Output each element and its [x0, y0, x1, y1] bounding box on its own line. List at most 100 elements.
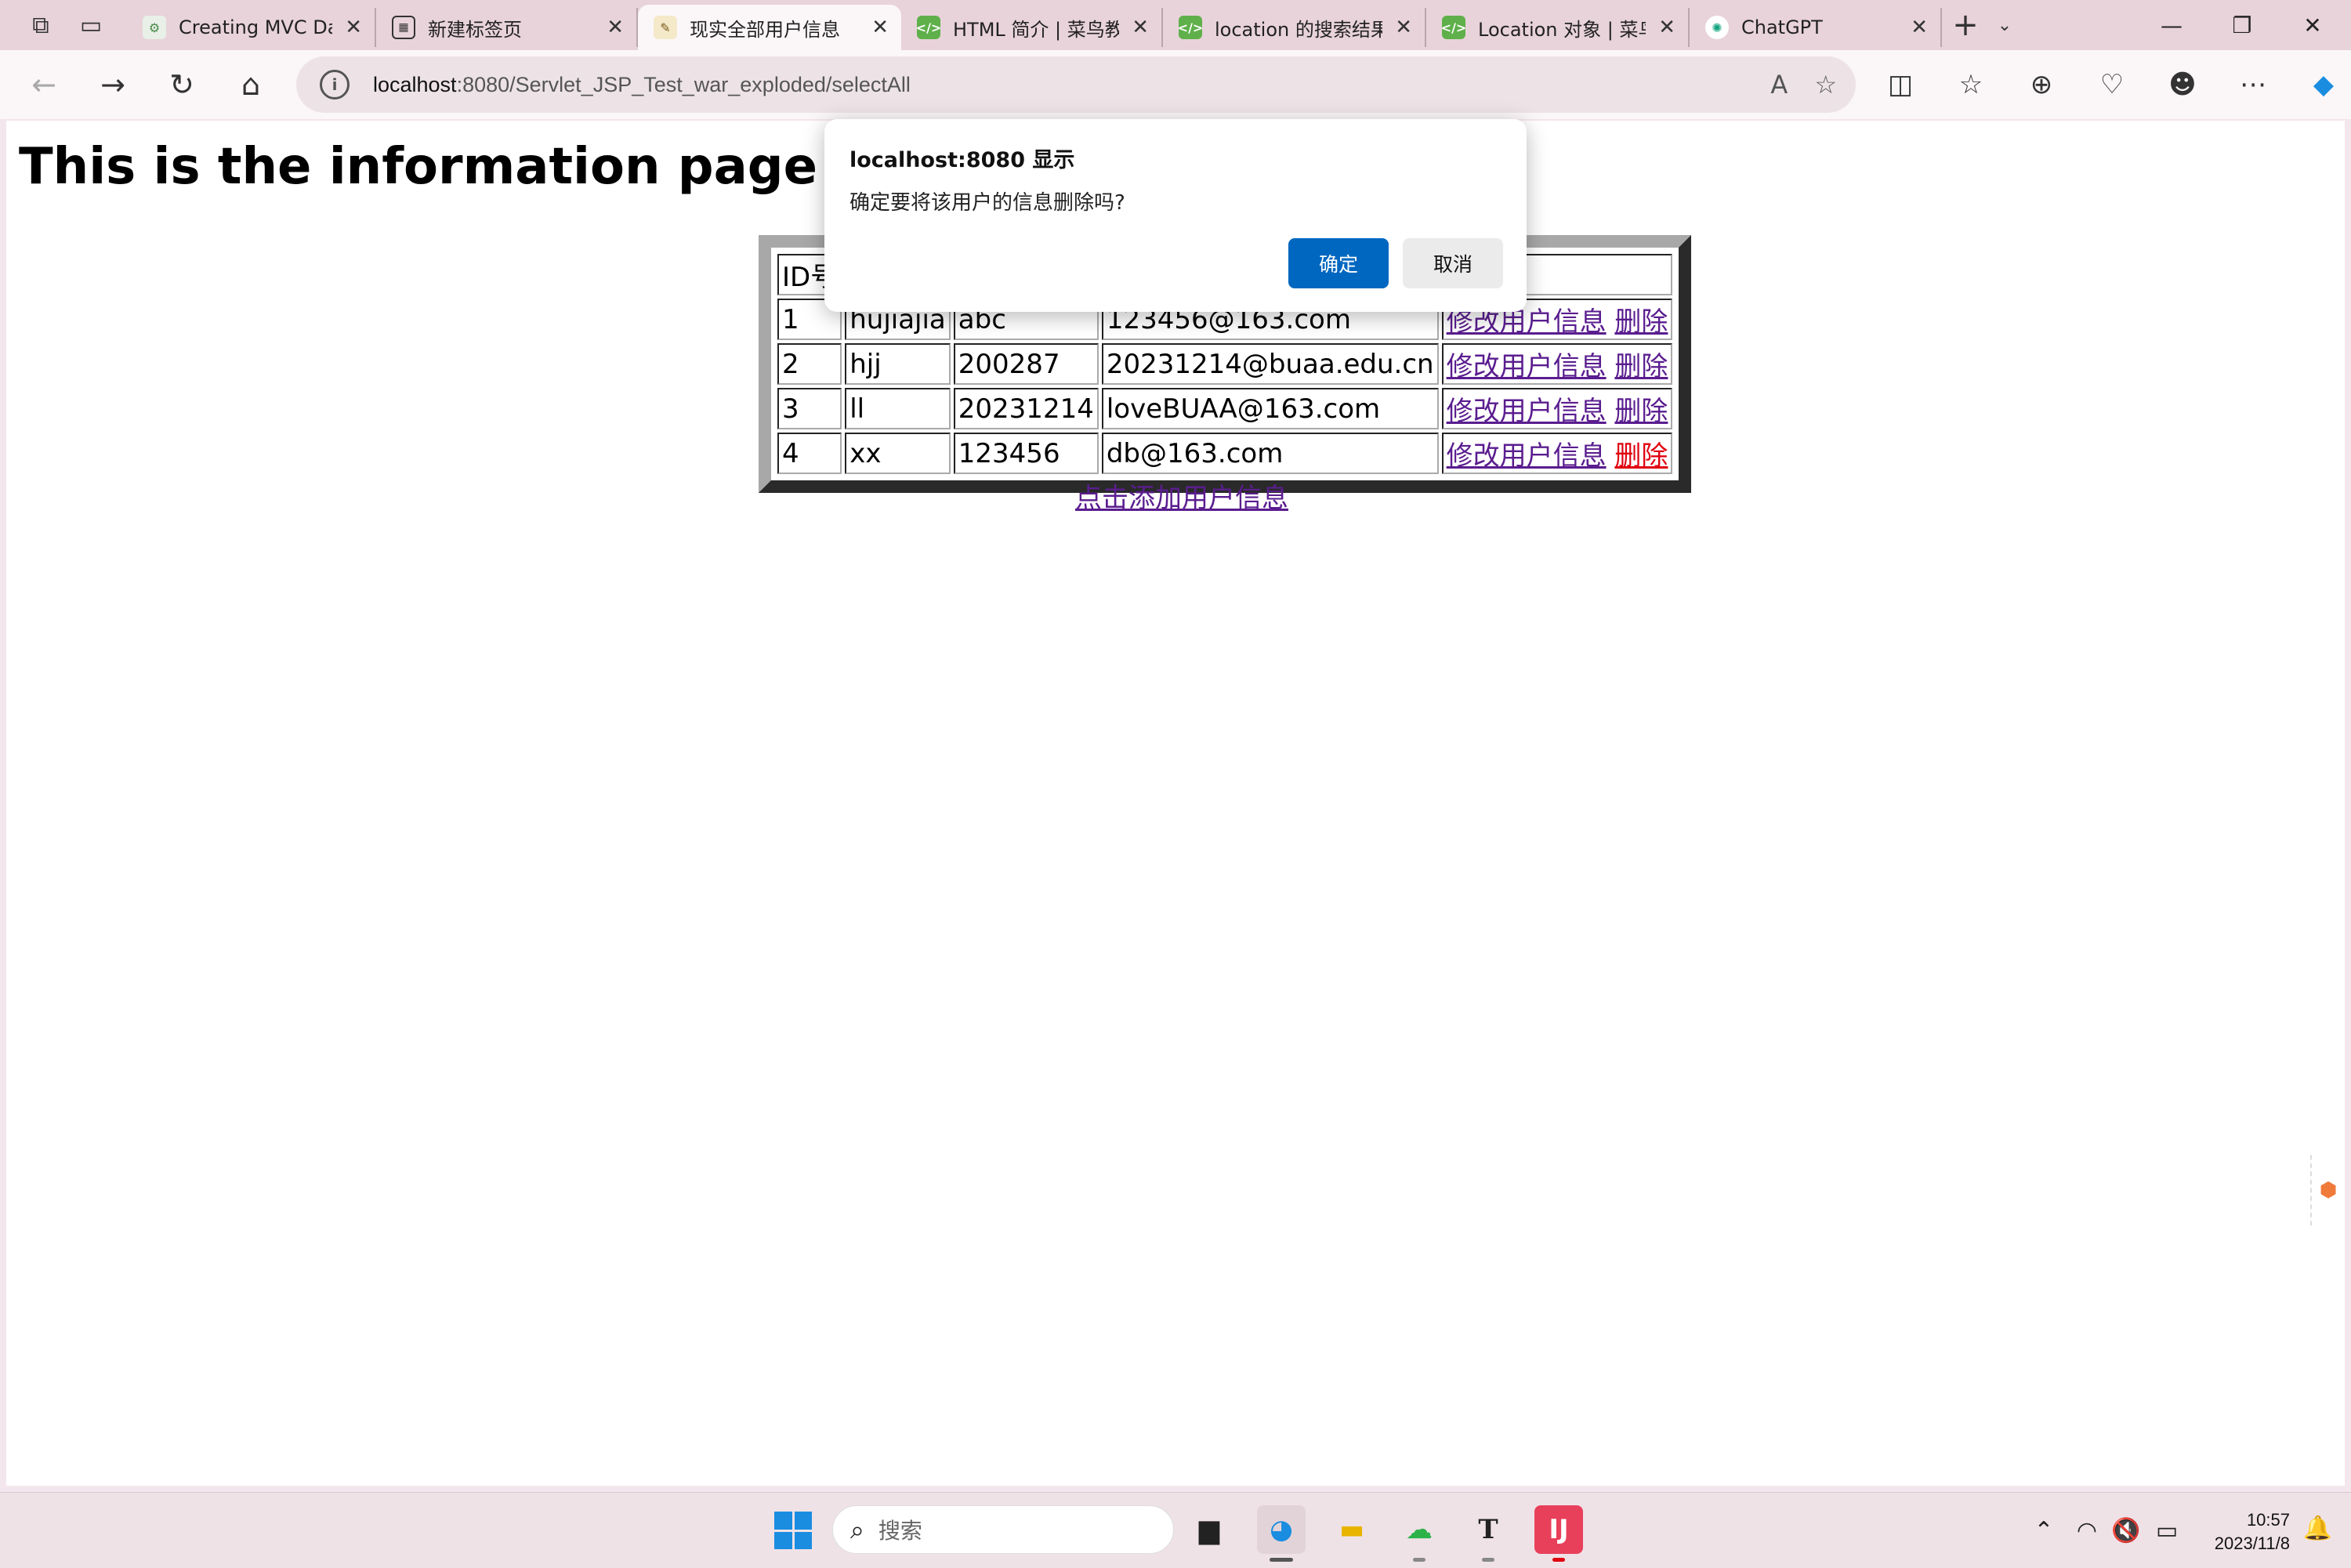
- gear-icon: ⚙: [143, 16, 166, 39]
- table-row: 4 xx 123456 db@163.com 修改用户信息 删除: [777, 433, 1673, 474]
- dialog-title: localhost:8080 显示: [849, 148, 1075, 172]
- table-row: 3 ll 20231214 loveBUAA@163.com 修改用户信息 删除: [777, 388, 1673, 429]
- table-row: 2 hjj 200287 20231214@buaa.edu.cn 修改用户信息…: [777, 343, 1673, 385]
- address-url[interactable]: localhost:8080/Servlet_JSP_Test_war_expl…: [373, 73, 911, 97]
- cell-id: 4: [777, 433, 842, 474]
- delete-user-link[interactable]: 删除: [1614, 306, 1668, 338]
- workspaces-icon[interactable]: ⧉: [16, 0, 66, 50]
- tab-label: 新建标签页: [428, 18, 522, 41]
- search-placeholder: 搜索: [878, 1518, 922, 1544]
- cell-name: xx: [845, 433, 951, 474]
- cell-email: 20231214@buaa.edu.cn: [1101, 343, 1439, 385]
- file-explorer-icon[interactable]: ▬: [1328, 1505, 1376, 1554]
- edit-user-link[interactable]: 修改用户信息: [1447, 440, 1607, 472]
- tab-creating-mvc[interactable]: ⚙ Creating MVC Data ✕: [127, 8, 376, 47]
- chevron-up-icon[interactable]: ⌃: [2020, 1517, 2067, 1544]
- close-icon[interactable]: ✕: [1658, 16, 1675, 39]
- tab-label: Location 对象 | 菜鸟: [1478, 18, 1646, 41]
- delete-user-link[interactable]: 删除: [1614, 440, 1668, 472]
- close-icon[interactable]: ✕: [607, 16, 624, 39]
- tab-label: Creating MVC Data: [179, 16, 332, 38]
- close-icon[interactable]: ✕: [1395, 16, 1412, 39]
- tab-new-tab[interactable]: ▦ 新建标签页 ✕: [376, 8, 638, 47]
- cell-email: db@163.com: [1101, 433, 1439, 474]
- close-window-button[interactable]: ✕: [2277, 0, 2348, 50]
- browser-titlebar: ⧉ ▭ ⚙ Creating MVC Data ✕ ▦ 新建标签页 ✕ ✎ 现实…: [0, 0, 2351, 50]
- delete-user-link[interactable]: 删除: [1614, 351, 1668, 382]
- favorites-icon[interactable]: ☆: [1936, 69, 2006, 100]
- cell-password: 20231214: [953, 388, 1099, 429]
- task-view-icon[interactable]: ▆: [1185, 1505, 1233, 1554]
- profile-avatar-icon[interactable]: ☻: [2147, 69, 2218, 100]
- tab-actions-icon[interactable]: ▭: [66, 0, 116, 50]
- tab-html-intro[interactable]: </> HTML 简介 | 菜鸟教 ✕: [901, 8, 1163, 47]
- cell-actions: 修改用户信息 删除: [1441, 343, 1673, 385]
- tab-user-info[interactable]: ✎ 现实全部用户信息 ✕: [638, 5, 901, 50]
- clock-time: 10:57: [2246, 1510, 2290, 1530]
- page-icon: ✎: [654, 16, 677, 39]
- new-tab-button[interactable]: +: [1942, 2, 1989, 49]
- tab-chatgpt[interactable]: ✺ ChatGPT ✕: [1690, 8, 1942, 47]
- refresh-button[interactable]: ↻: [147, 50, 216, 119]
- tab-label: location 的搜索结果: [1215, 18, 1383, 41]
- confirm-dialog: localhost:8080 显示 确定要将该用户的信息删除吗? 确定 取消: [824, 119, 1527, 312]
- info-icon[interactable]: i: [320, 70, 350, 100]
- clock[interactable]: 10:57 2023/11/8: [2215, 1508, 2290, 1555]
- address-bar[interactable]: i localhost:8080/Servlet_JSP_Test_war_ex…: [296, 56, 1856, 113]
- edit-user-link[interactable]: 修改用户信息: [1447, 396, 1607, 427]
- forward-button[interactable]: →: [78, 50, 147, 119]
- browser-essentials-icon[interactable]: ♡: [2077, 69, 2147, 100]
- dialog-message: 确定要将该用户的信息删除吗?: [849, 191, 1125, 215]
- tab-label: ChatGPT: [1741, 16, 1823, 38]
- read-aloud-icon[interactable]: A: [1770, 70, 1788, 100]
- minimize-button[interactable]: —: [2136, 0, 2207, 50]
- add-user-link[interactable]: 点击添加用户信息: [1075, 476, 1288, 515]
- runoob-icon: </>: [1178, 16, 1203, 39]
- copilot-icon[interactable]: ◆: [2288, 69, 2351, 100]
- taskbar-search[interactable]: ⌕ 搜索: [832, 1505, 1174, 1554]
- close-icon[interactable]: ✕: [1911, 16, 1928, 39]
- volume-muted-icon[interactable]: 🔇: [2106, 1517, 2146, 1544]
- cell-actions: 修改用户信息 删除: [1441, 433, 1673, 474]
- clock-date: 2023/11/8: [2214, 1534, 2290, 1553]
- favorite-star-icon[interactable]: ☆: [1814, 70, 1837, 100]
- runoob-icon: </>: [1441, 16, 1466, 39]
- cell-password: 200287: [953, 343, 1099, 385]
- cell-id: 2: [777, 343, 842, 385]
- delete-user-link[interactable]: 删除: [1614, 396, 1668, 427]
- tab-location-object[interactable]: </> Location 对象 | 菜鸟 ✕: [1426, 8, 1690, 47]
- tab-location-search[interactable]: </> location 的搜索结果 ✕: [1163, 8, 1426, 47]
- side-widget[interactable]: ⬢: [2310, 1155, 2345, 1226]
- cell-name: hjj: [845, 343, 951, 385]
- cancel-button[interactable]: 取消: [1403, 238, 1503, 288]
- split-screen-icon[interactable]: ◫: [1865, 69, 1936, 100]
- cell-email: loveBUAA@163.com: [1101, 388, 1439, 429]
- windows-start-icon[interactable]: [774, 1512, 812, 1549]
- notification-bell-icon[interactable]: 🔔: [2303, 1515, 2332, 1542]
- confirm-button[interactable]: 确定: [1288, 238, 1389, 288]
- tab-label: HTML 简介 | 菜鸟教: [953, 18, 1120, 41]
- taskbar: ⌕ 搜索 ▆ ◕ ▬ ☁ T IJ ⌃ ◠ 🔇 ▭ 10:57 2023/11/…: [0, 1492, 2351, 1568]
- intellij-icon[interactable]: IJ: [1534, 1505, 1583, 1562]
- runoob-icon: </>: [916, 16, 941, 39]
- restore-button[interactable]: ❐: [2207, 0, 2277, 50]
- close-icon[interactable]: ✕: [1132, 16, 1149, 39]
- wifi-icon[interactable]: ◠: [2067, 1517, 2106, 1544]
- tab-label: 现实全部用户信息: [690, 18, 840, 41]
- chevron-down-icon[interactable]: ⌄: [1989, 16, 2020, 35]
- close-icon[interactable]: ✕: [871, 16, 889, 39]
- home-button[interactable]: ⌂: [216, 50, 285, 119]
- close-icon[interactable]: ✕: [345, 16, 362, 39]
- wechat-icon[interactable]: ☁: [1395, 1505, 1444, 1562]
- browser-toolbar: ← → ↻ ⌂ i localhost:8080/Servlet_JSP_Tes…: [0, 50, 2351, 119]
- collections-icon[interactable]: ⊕: [2006, 69, 2077, 100]
- battery-icon[interactable]: ▭: [2146, 1517, 2188, 1544]
- back-button[interactable]: ←: [9, 50, 78, 119]
- newtab-icon: ▦: [392, 16, 415, 39]
- more-menu-icon[interactable]: ⋯: [2218, 69, 2288, 100]
- cell-password: 123456: [953, 433, 1099, 474]
- typora-icon[interactable]: T: [1464, 1505, 1512, 1562]
- edge-icon[interactable]: ◕: [1257, 1505, 1306, 1562]
- search-icon: ⌕: [850, 1514, 864, 1544]
- edit-user-link[interactable]: 修改用户信息: [1447, 351, 1607, 382]
